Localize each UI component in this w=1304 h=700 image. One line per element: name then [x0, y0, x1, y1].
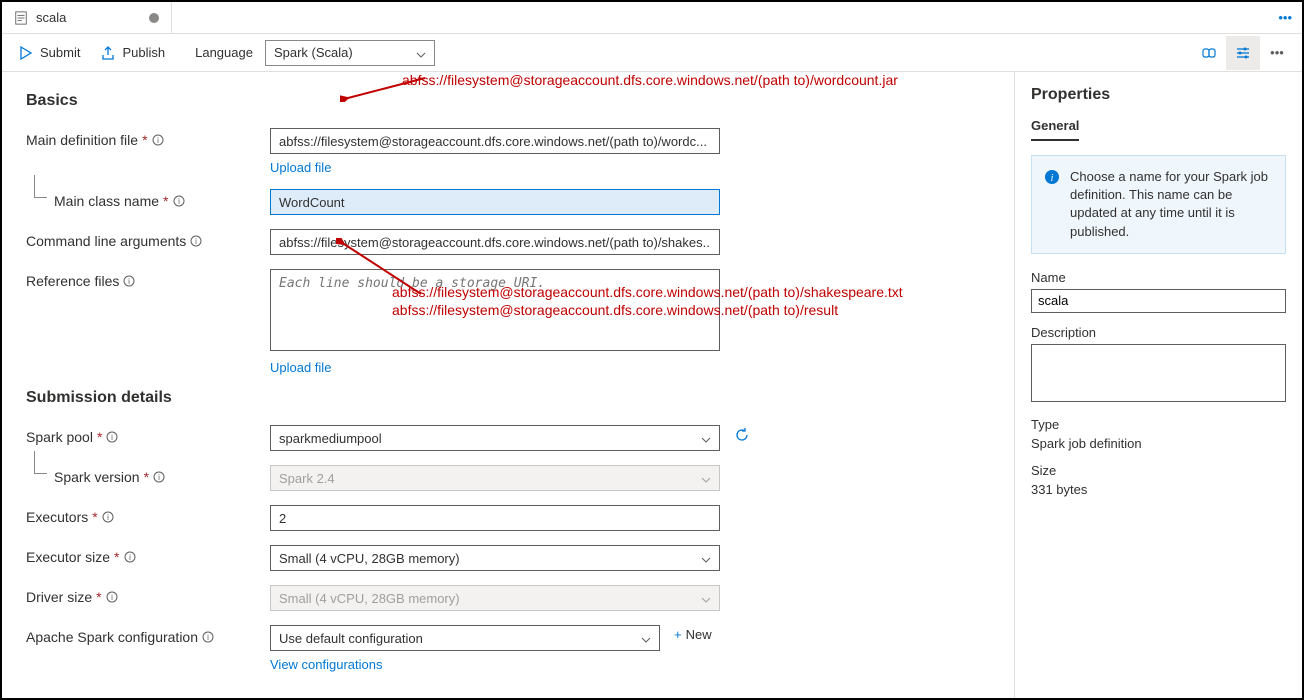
spark-config-select[interactable]: Use default configuration — [270, 625, 660, 651]
tabbar-more-button[interactable]: ••• — [1268, 10, 1302, 25]
submit-button[interactable]: Submit — [10, 41, 88, 65]
info-icon[interactable]: i — [153, 471, 165, 483]
type-value: Spark job definition — [1031, 436, 1286, 451]
toolbar: Submit Publish Language Spark (Scala) ••… — [2, 34, 1302, 72]
info-icon: i — [1044, 169, 1060, 185]
svg-text:i: i — [129, 553, 131, 562]
main-panel: abfss://filesystem@storageaccount.dfs.co… — [2, 72, 1014, 698]
chevron-down-icon — [701, 473, 711, 483]
chevron-down-icon — [701, 433, 711, 443]
description-label: Description — [1031, 325, 1286, 340]
driver-size-label: Driver size * i — [26, 585, 270, 605]
type-label: Type — [1031, 417, 1286, 432]
submit-label: Submit — [40, 45, 80, 60]
info-icon[interactable]: i — [106, 431, 118, 443]
new-config-button[interactable]: + New — [674, 627, 712, 642]
svg-text:i: i — [195, 237, 197, 246]
svg-text:i: i — [111, 593, 113, 602]
spark-version-label: Spark version * i — [26, 465, 270, 485]
main-def-input[interactable] — [270, 128, 720, 154]
svg-text:i: i — [158, 473, 160, 482]
spark-file-icon — [14, 11, 28, 25]
toolbar-right: ••• — [1192, 36, 1294, 70]
upload-file-link-2[interactable]: Upload file — [270, 360, 331, 375]
tab-general[interactable]: General — [1031, 118, 1079, 141]
annotation-text-1: abfss://filesystem@storageaccount.dfs.co… — [402, 72, 898, 88]
publish-label: Publish — [122, 45, 165, 60]
svg-text:i: i — [1051, 173, 1054, 184]
spark-version-select: Spark 2.4 — [270, 465, 720, 491]
chevron-down-icon — [641, 633, 651, 643]
ref-files-label: Reference files i — [26, 269, 270, 289]
related-button[interactable] — [1192, 36, 1226, 70]
info-icon[interactable]: i — [202, 631, 214, 643]
chevron-down-icon — [701, 593, 711, 603]
submission-heading: Submission details — [26, 389, 990, 407]
executors-label: Executors * i — [26, 505, 270, 525]
info-icon[interactable]: i — [173, 195, 185, 207]
info-icon[interactable]: i — [123, 275, 135, 287]
language-label: Language — [195, 45, 253, 60]
main-class-label: Main class name * i — [26, 189, 270, 209]
driver-size-select: Small (4 vCPU, 28GB memory) — [270, 585, 720, 611]
language-select[interactable]: Spark (Scala) — [265, 40, 435, 66]
name-label: Name — [1031, 270, 1286, 285]
info-icon[interactable]: i — [124, 551, 136, 563]
info-icon[interactable]: i — [106, 591, 118, 603]
unsaved-indicator-icon — [149, 13, 159, 23]
document-tab[interactable]: scala — [2, 2, 172, 33]
play-icon — [18, 45, 34, 61]
cmd-args-label: Command line arguments i — [26, 229, 270, 249]
content: abfss://filesystem@storageaccount.dfs.co… — [2, 72, 1302, 698]
executors-input[interactable] — [270, 505, 720, 531]
svg-text:i: i — [112, 433, 114, 442]
main-def-label: Main definition file * i — [26, 128, 270, 148]
ref-files-textarea[interactable] — [270, 269, 720, 351]
description-textarea[interactable] — [1031, 344, 1286, 402]
chevron-down-icon — [416, 48, 426, 58]
toolbar-more-button[interactable]: ••• — [1260, 36, 1294, 70]
basics-heading: Basics — [26, 92, 990, 110]
refresh-button[interactable] — [734, 427, 750, 443]
executor-size-label: Executor size * i — [26, 545, 270, 565]
spark-pool-label: Spark pool * i — [26, 425, 270, 445]
publish-icon — [100, 45, 116, 61]
info-box: i Choose a name for your Spark job defin… — [1031, 155, 1286, 254]
properties-heading: Properties — [1031, 86, 1286, 104]
info-icon[interactable]: i — [102, 511, 114, 523]
size-label: Size — [1031, 463, 1286, 478]
svg-text:i: i — [129, 277, 131, 286]
tab-bar: scala ••• — [2, 2, 1302, 34]
name-input[interactable] — [1031, 289, 1286, 313]
properties-panel: Properties General i Choose a name for y… — [1014, 72, 1302, 698]
language-value: Spark (Scala) — [274, 45, 353, 60]
upload-file-link-1[interactable]: Upload file — [270, 160, 331, 175]
svg-text:i: i — [178, 197, 180, 206]
cmd-args-input[interactable] — [270, 229, 720, 255]
info-icon[interactable]: i — [190, 235, 202, 247]
svg-text:i: i — [207, 633, 209, 642]
svg-text:i: i — [157, 136, 159, 145]
properties-toggle-button[interactable] — [1226, 36, 1260, 70]
tab-title: scala — [36, 10, 66, 25]
svg-text:i: i — [107, 513, 109, 522]
size-value: 331 bytes — [1031, 482, 1286, 497]
plus-icon: + — [674, 627, 682, 642]
spark-config-label: Apache Spark configuration i — [26, 625, 270, 645]
info-text: Choose a name for your Spark job definit… — [1070, 168, 1273, 241]
info-icon[interactable]: i — [152, 134, 164, 146]
spark-pool-select[interactable]: sparkmediumpool — [270, 425, 720, 451]
publish-button[interactable]: Publish — [92, 41, 173, 65]
view-configurations-link[interactable]: View configurations — [270, 657, 383, 672]
chevron-down-icon — [701, 553, 711, 563]
executor-size-select[interactable]: Small (4 vCPU, 28GB memory) — [270, 545, 720, 571]
main-class-input[interactable] — [270, 189, 720, 215]
